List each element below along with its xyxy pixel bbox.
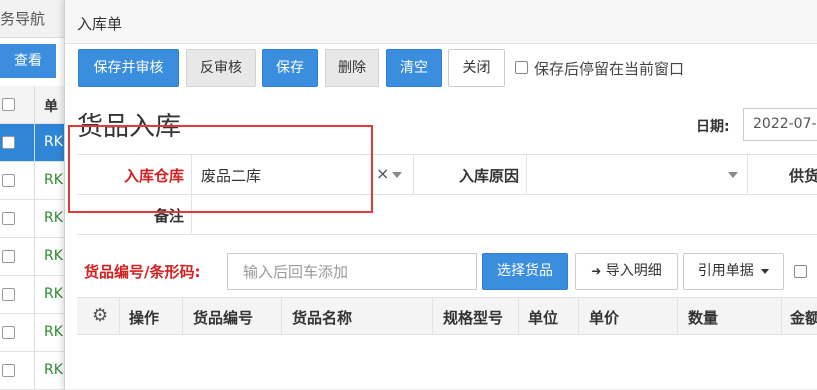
stay-in-window-label[interactable]: 保存后停留在当前窗口: [534, 58, 684, 79]
section-divider: [77, 234, 817, 235]
nav-header: 务导航: [0, 0, 65, 38]
save-button[interactable]: 保存: [262, 49, 318, 87]
reference-document-label: 引用单据: [697, 263, 754, 279]
row-checkbox[interactable]: [2, 326, 15, 339]
col-amount: 金额: [790, 309, 817, 327]
row-checkbox[interactable]: [2, 136, 15, 149]
stock-in-dialog: 入库单 保存并审核 反审核 保存 删除 清空 关闭 保存后停留在当前窗口 货品入…: [64, 0, 817, 389]
row-checkbox[interactable]: [2, 174, 15, 187]
nav-title: 务导航: [0, 10, 46, 28]
gear-icon[interactable]: ⚙: [92, 305, 108, 326]
row-checkbox[interactable]: [2, 250, 15, 263]
table-header: 单: [0, 86, 65, 124]
background-table: 单 RK RK RK RK RK RK RK: [0, 86, 65, 390]
warehouse-label: 入库仓库: [123, 167, 184, 185]
select-all-checkbox[interactable]: [2, 98, 15, 111]
header-cell: 单: [44, 99, 58, 115]
import-detail-label: 导入明细: [605, 263, 662, 279]
caret-down-icon[interactable]: [728, 172, 738, 178]
row-code[interactable]: RK: [44, 172, 63, 188]
table-row[interactable]: RK: [0, 238, 65, 276]
col-goods-code: 货品编号: [193, 309, 254, 327]
row-code[interactable]: RK: [44, 324, 63, 340]
detail-option-checkbox[interactable]: [794, 265, 807, 278]
import-detail-button[interactable]: ➜ 导入明细: [575, 253, 678, 290]
form-row-warehouse: 入库仓库 废品二库 × 入库原因 供货: [77, 154, 817, 195]
table-row[interactable]: RK: [0, 162, 65, 200]
col-unit: 单位: [528, 309, 559, 327]
date-label: 日期:: [696, 119, 730, 135]
warehouse-select[interactable]: 废品二库: [201, 165, 261, 186]
dialog-titlebar[interactable]: 入库单: [65, 0, 817, 44]
clear-x-icon[interactable]: ×: [376, 164, 389, 183]
table-row[interactable]: RK: [0, 276, 65, 314]
row-checkbox[interactable]: [2, 364, 15, 377]
import-arrow-icon: ➜: [591, 264, 602, 278]
reason-label: 入库原因: [458, 167, 519, 185]
row-code[interactable]: RK: [44, 210, 63, 226]
reference-document-dropdown[interactable]: 引用单据: [683, 253, 784, 290]
caret-down-icon[interactable]: [392, 172, 402, 178]
table-row[interactable]: RK: [0, 124, 65, 162]
barcode-input[interactable]: [227, 253, 477, 290]
form-title: 货品入库: [77, 112, 182, 142]
view-button[interactable]: 查看: [0, 44, 56, 78]
row-code[interactable]: RK: [44, 362, 63, 378]
caret-down-icon: [761, 268, 770, 274]
row-code[interactable]: RK: [44, 286, 63, 302]
remark-label: 备注: [153, 207, 184, 225]
col-goods-name: 货品名称: [292, 309, 353, 327]
col-spec: 规格型号: [443, 309, 504, 327]
unaudit-button[interactable]: 反审核: [186, 49, 256, 87]
col-quantity: 数量: [688, 309, 719, 327]
row-code[interactable]: RK: [44, 134, 63, 150]
barcode-label: 货品编号/条形码:: [84, 263, 201, 281]
row-checkbox[interactable]: [2, 288, 15, 301]
row-checkbox[interactable]: [2, 212, 15, 225]
stay-in-window-checkbox[interactable]: [515, 61, 528, 74]
row-code[interactable]: RK: [44, 248, 63, 264]
col-operation: 操作: [129, 309, 160, 327]
date-field[interactable]: 2022-07-1: [743, 108, 817, 141]
close-button[interactable]: 关闭: [448, 49, 505, 87]
col-unit-price: 单价: [589, 309, 620, 327]
clear-button[interactable]: 清空: [386, 49, 442, 87]
table-row[interactable]: RK: [0, 352, 65, 390]
dialog-title: 入库单: [77, 15, 123, 33]
save-and-audit-button[interactable]: 保存并审核: [78, 49, 179, 87]
detail-table-header: ⚙ 操作 货品编号 货品名称 规格型号 单位 单价 数量 金额: [77, 297, 817, 335]
select-goods-button[interactable]: 选择货品: [482, 253, 568, 290]
table-row[interactable]: RK: [0, 314, 65, 352]
form-row-remark: 备注: [77, 194, 817, 233]
table-row[interactable]: RK: [0, 200, 65, 238]
supplier-label: 供货: [789, 167, 817, 185]
delete-button[interactable]: 删除: [325, 49, 379, 87]
